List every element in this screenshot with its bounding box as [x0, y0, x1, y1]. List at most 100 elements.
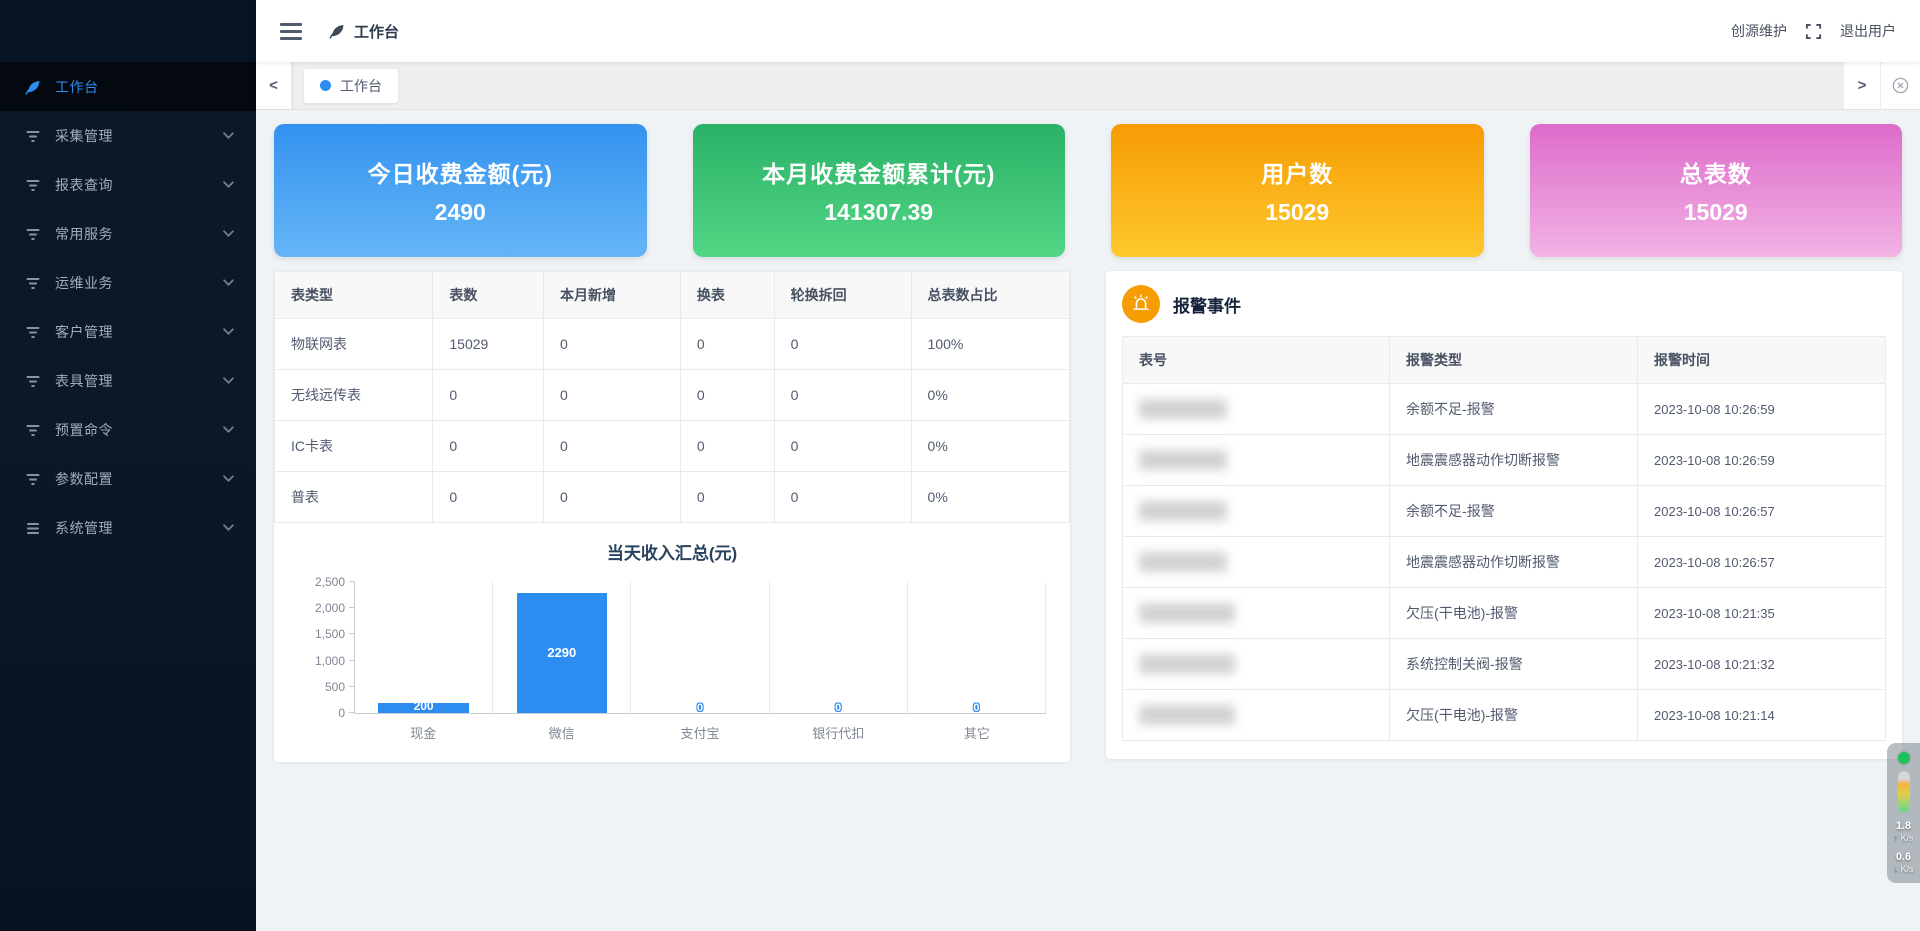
sidebar-item-label: 报表查询: [55, 175, 223, 195]
sidebar-item-5[interactable]: 客户管理: [0, 307, 256, 356]
chevron-down-icon: [223, 181, 234, 188]
x-axis-category-label: 支付宝: [631, 723, 769, 742]
alarm-row: 余额不足-报警2023-10-08 10:26:57: [1123, 486, 1886, 537]
sidebar-item-1[interactable]: 采集管理: [0, 111, 256, 160]
sidebar-item-6[interactable]: 表具管理: [0, 356, 256, 405]
filter-icon: [24, 372, 42, 390]
chevron-down-icon: [223, 132, 234, 139]
alarm-meter-no-cell: [1123, 435, 1390, 486]
header-actions: 创源维护 退出用户: [1731, 21, 1896, 41]
sidebar-item-9[interactable]: 系统管理: [0, 503, 256, 552]
income-chart: 当天收入汇总(元) 200229000005001,0001,5002,0002…: [274, 523, 1070, 762]
alarm-time-cell: 2023-10-08 10:21:32: [1638, 639, 1886, 690]
app-root: 工作台采集管理报表查询常用服务运维业务客户管理表具管理预置命令参数配置系统管理 …: [0, 0, 1920, 931]
meter-table-header: 轮换拆回: [774, 272, 911, 319]
download-speed-value: 0.6: [1893, 851, 1913, 863]
tabs-scroll-right-button[interactable]: >: [1844, 62, 1880, 109]
meter-table-header: 表类型: [275, 272, 433, 319]
alarm-events-table: 表号报警类型报警时间 余额不足-报警2023-10-08 10:26:59地震震…: [1122, 336, 1886, 741]
stat-card-title: 今日收费金额(元): [274, 155, 647, 189]
fullscreen-icon[interactable]: [1805, 23, 1822, 40]
filter-icon: [24, 421, 42, 439]
chevron-down-icon: [223, 426, 234, 433]
upload-speed-unit: K/s: [1901, 833, 1914, 843]
chevron-down-icon: [223, 377, 234, 384]
upload-speed: 1.8 ↑ K/s: [1893, 820, 1913, 844]
meter-table-cell: 0: [680, 421, 774, 472]
bar-value-label: 0: [835, 702, 841, 714]
speed-gauge-icon: [1898, 771, 1910, 813]
chart-title: 当天收入汇总(元): [288, 539, 1056, 564]
sidebar-item-label: 运维业务: [55, 273, 223, 293]
tab-workbench[interactable]: 工作台: [304, 69, 398, 103]
stat-card-title: 本月收费金额累计(元): [693, 155, 1066, 189]
meter-table-cell: 0: [680, 472, 774, 523]
maintenance-link[interactable]: 创源维护: [1731, 21, 1787, 41]
meter-table-header: 本月新增: [544, 272, 681, 319]
stat-card-3: 总表数15029: [1530, 124, 1903, 257]
x-axis-category-label: 现金: [354, 723, 492, 742]
meter-table-cell: 0%: [911, 421, 1069, 472]
meter-type-table: 表类型表数本月新增换表轮换拆回总表数占比 物联网表15029000100%无线远…: [274, 271, 1070, 523]
meter-table-cell: 0: [680, 319, 774, 370]
x-axis-category-label: 其它: [908, 723, 1046, 742]
meter-table-cell: 无线远传表: [275, 370, 433, 421]
alarm-type-cell: 余额不足-报警: [1390, 384, 1638, 435]
alarm-row: 地震震感器动作切断报警2023-10-08 10:26:57: [1123, 537, 1886, 588]
sidebar-item-label: 预置命令: [55, 420, 223, 440]
alarm-table-header: 报警时间: [1638, 337, 1886, 384]
y-axis-tick-mark: [349, 581, 355, 582]
network-monitor-widget[interactable]: 1.8 ↑ K/s 0.6 ↓ K/s: [1887, 743, 1920, 883]
upload-arrow-icon: ↑: [1893, 833, 1898, 843]
y-axis-tick-mark: [349, 686, 355, 687]
filter-icon: [24, 274, 42, 292]
status-dot-icon: [1898, 752, 1910, 764]
meter-table-cell: 物联网表: [275, 319, 433, 370]
sidebar-logo-area: [0, 0, 256, 62]
meter-table-header: 换表: [680, 272, 774, 319]
alarm-panel-title: 报警事件: [1173, 292, 1241, 317]
main-area: 工作台 创源维护 退出用户 < 工作台 >: [256, 0, 1920, 931]
meter-table-cell: 0: [433, 421, 544, 472]
sidebar-item-label: 常用服务: [55, 224, 223, 244]
blurred-meter-number: [1139, 705, 1235, 725]
meter-table-cell: 15029: [433, 319, 544, 370]
alarm-time-cell: 2023-10-08 10:26:57: [1638, 486, 1886, 537]
meter-table-cell: 0%: [911, 370, 1069, 421]
tabs-scroll-left-button[interactable]: <: [256, 62, 292, 109]
stat-card-value: 2490: [274, 199, 647, 226]
chevron-down-icon: [223, 328, 234, 335]
sidebar-item-workbench[interactable]: 工作台: [0, 62, 256, 111]
sidebar-item-8[interactable]: 参数配置: [0, 454, 256, 503]
sidebar-item-2[interactable]: 报表查询: [0, 160, 256, 209]
alarm-type-cell: 地震震感器动作切断报警: [1390, 435, 1638, 486]
table-row: IC卡表00000%: [275, 421, 1070, 472]
logout-link[interactable]: 退出用户: [1840, 21, 1896, 41]
tabs-close-all-icon[interactable]: [1880, 62, 1920, 109]
sidebar-item-3[interactable]: 常用服务: [0, 209, 256, 258]
alarm-meter-no-cell: [1123, 639, 1390, 690]
tab-active-dot-icon: [320, 80, 331, 91]
sidebar-item-7[interactable]: 预置命令: [0, 405, 256, 454]
upload-speed-value: 1.8: [1893, 820, 1913, 832]
alarm-time-cell: 2023-10-08 10:21:14: [1638, 690, 1886, 741]
alarm-row: 地震震感器动作切断报警2023-10-08 10:26:59: [1123, 435, 1886, 486]
meter-table-cell: 0: [774, 472, 911, 523]
page-title-group: 工作台: [328, 21, 399, 42]
collapse-menu-icon[interactable]: [280, 23, 302, 40]
y-axis-tick-mark: [349, 607, 355, 608]
sidebar-item-label: 采集管理: [55, 126, 223, 146]
sidebar-item-label: 系统管理: [55, 518, 223, 538]
alarm-time-cell: 2023-10-08 10:26:59: [1638, 435, 1886, 486]
chevron-down-icon: [223, 524, 234, 531]
download-speed: 0.6 ↓ K/s: [1893, 851, 1913, 875]
sidebar-item-4[interactable]: 运维业务: [0, 258, 256, 307]
y-axis-tick-label: 500: [325, 680, 345, 694]
alarm-meter-no-cell: [1123, 690, 1390, 741]
y-axis-tick-label: 2,000: [315, 601, 345, 615]
stat-card-value: 15029: [1530, 199, 1903, 226]
chart-plot-area: 200229000005001,0001,5002,0002,500: [354, 582, 1046, 714]
sidebar-item-label: 表具管理: [55, 371, 223, 391]
blurred-meter-number: [1139, 654, 1235, 674]
filter-icon: [24, 127, 42, 145]
